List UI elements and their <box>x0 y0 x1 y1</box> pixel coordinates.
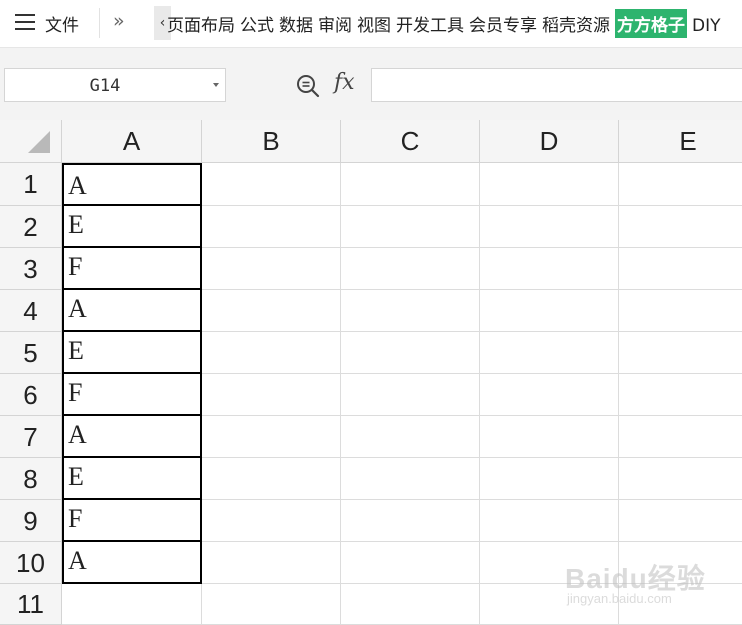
row-header-3[interactable]: 3 <box>0 248 62 290</box>
column-header-b[interactable]: B <box>202 120 341 163</box>
tab-review[interactable]: 审阅 <box>318 11 352 36</box>
row-header-8[interactable]: 8 <box>0 458 62 500</box>
cell-d1[interactable] <box>480 163 619 206</box>
tab-data[interactable]: 数据 <box>279 11 313 36</box>
cell-c1[interactable] <box>341 163 480 206</box>
cell-c7[interactable] <box>341 416 480 458</box>
tab-developer[interactable]: 开发工具 <box>396 11 464 36</box>
cell-a4[interactable]: A <box>62 288 202 332</box>
cell-d5[interactable] <box>480 332 619 374</box>
cell-a6[interactable]: F <box>62 372 202 416</box>
name-box-value: G14 <box>89 76 121 96</box>
cell-d2[interactable] <box>480 206 619 248</box>
row-header-4[interactable]: 4 <box>0 290 62 332</box>
cell-e7[interactable] <box>619 416 742 458</box>
row-header-2[interactable]: 2 <box>0 206 62 248</box>
tab-ffcell[interactable]: 方方格子 <box>615 9 687 38</box>
zoom-icon[interactable] <box>295 73 321 99</box>
cell-d8[interactable] <box>480 458 619 500</box>
watermark: Baidu经验 jingyan.baidu.com <box>565 545 725 615</box>
column-header-c[interactable]: C <box>341 120 480 163</box>
chevron-left-icon: ‹ <box>159 15 166 31</box>
cell-a10[interactable]: A <box>62 540 202 584</box>
column-header-a[interactable]: A <box>62 120 202 163</box>
cell-b11[interactable] <box>202 584 341 625</box>
cell-c5[interactable] <box>341 332 480 374</box>
row-header-5[interactable]: 5 <box>0 332 62 374</box>
menu-divider <box>99 8 100 38</box>
cell-e2[interactable] <box>619 206 742 248</box>
ribbon-menubar: 文件 » ‹ 页面布局 公式 数据 审阅 视图 开发工具 会员专享 稻壳资源 方方格子 DIY <box>0 0 742 48</box>
hamburger-menu-icon[interactable] <box>15 14 37 32</box>
row-header-7[interactable]: 7 <box>0 416 62 458</box>
cell-e4[interactable] <box>619 290 742 332</box>
cell-e1[interactable] <box>619 163 742 206</box>
row-header-10[interactable]: 10 <box>0 542 62 584</box>
tab-formulas[interactable]: 公式 <box>240 11 274 36</box>
row-header-9[interactable]: 9 <box>0 500 62 542</box>
column-header-e[interactable]: E <box>619 120 742 163</box>
cell-b5[interactable] <box>202 332 341 374</box>
cell-a11[interactable] <box>62 584 202 625</box>
cell-b7[interactable] <box>202 416 341 458</box>
cell-c2[interactable] <box>341 206 480 248</box>
cell-b9[interactable] <box>202 500 341 542</box>
row-header-11[interactable]: 11 <box>0 584 62 625</box>
cell-a1[interactable]: A <box>62 163 202 206</box>
cell-c6[interactable] <box>341 374 480 416</box>
cell-d3[interactable] <box>480 248 619 290</box>
cell-d6[interactable] <box>480 374 619 416</box>
cell-d7[interactable] <box>480 416 619 458</box>
row-header-1[interactable]: 1 <box>0 163 62 206</box>
tab-diy[interactable]: DIY <box>692 16 721 36</box>
cell-e3[interactable] <box>619 248 742 290</box>
watermark-url: jingyan.baidu.com <box>567 591 672 606</box>
tab-member[interactable]: 会员专享 <box>469 11 537 36</box>
cell-a7[interactable]: A <box>62 414 202 458</box>
cell-e9[interactable] <box>619 500 742 542</box>
cell-a2[interactable]: E <box>62 204 202 248</box>
cell-b1[interactable] <box>202 163 341 206</box>
dropdown-arrow-icon[interactable] <box>213 83 219 87</box>
function-icon[interactable]: fx <box>334 70 355 95</box>
cell-b10[interactable] <box>202 542 341 584</box>
formula-bar: G14 fx <box>0 48 742 120</box>
row-header-6[interactable]: 6 <box>0 374 62 416</box>
tab-view[interactable]: 视图 <box>357 11 391 36</box>
double-chevron-icon[interactable]: » <box>113 10 125 32</box>
tab-page-layout[interactable]: 页面布局 <box>167 11 235 36</box>
name-box[interactable]: G14 <box>4 68 226 102</box>
cell-a8[interactable]: E <box>62 456 202 500</box>
cell-d4[interactable] <box>480 290 619 332</box>
cell-d9[interactable] <box>480 500 619 542</box>
cell-c11[interactable] <box>341 584 480 625</box>
cell-c9[interactable] <box>341 500 480 542</box>
cell-e8[interactable] <box>619 458 742 500</box>
cell-c8[interactable] <box>341 458 480 500</box>
cell-c4[interactable] <box>341 290 480 332</box>
cell-a9[interactable]: F <box>62 498 202 542</box>
cell-b2[interactable] <box>202 206 341 248</box>
select-all-corner[interactable] <box>0 120 62 163</box>
cell-e6[interactable] <box>619 374 742 416</box>
tab-resources[interactable]: 稻壳资源 <box>542 11 610 36</box>
ribbon-tabs: 页面布局 公式 数据 审阅 视图 开发工具 会员专享 稻壳资源 方方格子 DIY <box>167 9 726 38</box>
cell-b6[interactable] <box>202 374 341 416</box>
formula-input[interactable] <box>371 68 742 102</box>
cell-c10[interactable] <box>341 542 480 584</box>
select-all-triangle-icon <box>28 131 50 153</box>
cell-c3[interactable] <box>341 248 480 290</box>
cell-b3[interactable] <box>202 248 341 290</box>
cell-a3[interactable]: F <box>62 246 202 290</box>
cell-e5[interactable] <box>619 332 742 374</box>
column-header-d[interactable]: D <box>480 120 619 163</box>
spreadsheet-app: 文件 » ‹ 页面布局 公式 数据 审阅 视图 开发工具 会员专享 稻壳资源 方方格子 DIY G… <box>0 0 742 625</box>
cell-b4[interactable] <box>202 290 341 332</box>
cell-b8[interactable] <box>202 458 341 500</box>
cell-a5[interactable]: E <box>62 330 202 374</box>
file-menu[interactable]: 文件 <box>45 11 79 36</box>
